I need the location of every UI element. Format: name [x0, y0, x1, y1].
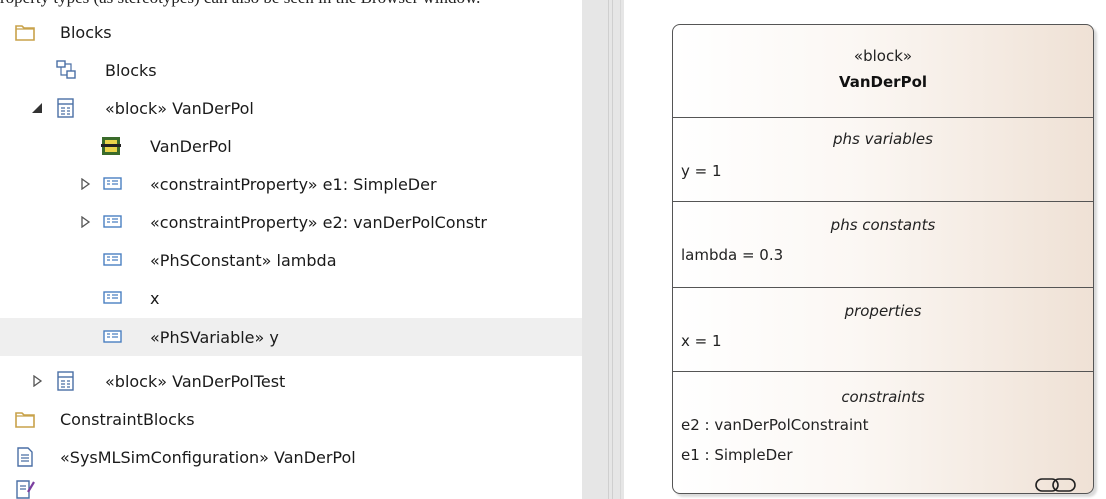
tree-item-label: Blocks: [105, 60, 157, 80]
tree-item-constraint-e1[interactable]: «constraintProperty» e1: SimpleDer: [0, 165, 582, 203]
compartment-line: x = 1: [681, 332, 722, 350]
tree-item-phsconstant-lambda[interactable]: «PhSConstant» lambda: [0, 241, 582, 279]
block-stereotype: «block»: [853, 47, 913, 65]
collapsed-arrow-icon[interactable]: [30, 374, 44, 388]
collapsed-arrow-icon[interactable]: [78, 215, 92, 229]
compartment-line: e2 : vanDerPolConstraint: [681, 416, 869, 434]
tree-item-property-x[interactable]: x: [0, 279, 582, 317]
ibd-icon: [100, 135, 122, 157]
block-icon: [55, 97, 77, 119]
property-icon: [102, 173, 124, 195]
compartment-title: constraints: [841, 388, 925, 406]
document-icon: [14, 446, 36, 468]
folder-icon: [14, 408, 36, 430]
project-browser-tree: Blocks Blocks «block» VanDerPol VanDerPo…: [0, 0, 582, 499]
tree-item-block-vanderpoltest[interactable]: «block» VanDerPolTest: [0, 362, 582, 400]
compartment-title: phs constants: [830, 216, 936, 234]
folder-icon: [14, 21, 36, 43]
diagram-icon: [55, 59, 77, 81]
compartment-phs-variables: phs variables y = 1: [673, 117, 1093, 202]
tree-item-label: «block» VanDerPolTest: [105, 371, 286, 391]
block-name: VanDerPol: [838, 73, 928, 91]
chain-link-icon[interactable]: [1035, 477, 1077, 493]
collapsed-arrow-icon[interactable]: [78, 177, 92, 191]
compartment-properties: properties x = 1: [673, 287, 1093, 372]
tree-item-block-vanderpol[interactable]: «block» VanDerPol: [0, 89, 582, 127]
diagram-canvas: «block» VanDerPol phs variables y = 1 ph…: [624, 0, 1106, 499]
property-icon: [102, 211, 124, 233]
property-icon: [102, 326, 124, 348]
tree-item-blocks-package[interactable]: Blocks: [0, 13, 582, 51]
tree-item-partial[interactable]: [0, 476, 582, 499]
property-icon: [102, 249, 124, 271]
block-icon: [55, 370, 77, 392]
tree-item-label: x: [150, 288, 160, 308]
tree-item-blocks-diagram[interactable]: Blocks: [0, 51, 582, 89]
tree-item-label: «block» VanDerPol: [105, 98, 254, 118]
tree-item-constraint-e2[interactable]: «constraintProperty» e2: vanDerPolConstr: [0, 203, 582, 241]
tree-item-simconfiguration[interactable]: «SysMLSimConfiguration» VanDerPol: [0, 438, 582, 476]
tree-item-label: «PhSVariable» y: [150, 327, 279, 347]
tree-item-label: VanDerPol: [150, 136, 232, 156]
tree-item-label: «SysMLSimConfiguration» VanDerPol: [60, 447, 356, 467]
compartment-title: properties: [844, 302, 922, 320]
tree-item-label: «constraintProperty» e2: vanDerPolConstr: [150, 212, 487, 232]
tree-item-label: Blocks: [60, 22, 112, 42]
tree-item-phsvariable-y[interactable]: «PhSVariable» y: [0, 318, 582, 356]
tree-item-label: «constraintProperty» e1: SimpleDer: [150, 174, 437, 194]
edit-document-icon: [14, 478, 36, 499]
compartment-constraints: constraints e2 : vanDerPolConstraint e1 …: [673, 371, 1093, 493]
block-element[interactable]: «block» VanDerPol phs variables y = 1 ph…: [672, 24, 1094, 494]
compartment-line: e1 : SimpleDer: [681, 446, 793, 464]
pane-splitter[interactable]: [582, 0, 624, 499]
expanded-arrow-icon[interactable]: [30, 101, 44, 115]
property-icon: [102, 287, 124, 309]
compartment-line: y = 1: [681, 162, 722, 180]
tree-item-label: «PhSConstant» lambda: [150, 250, 337, 270]
compartment-line: lambda = 0.3: [681, 246, 784, 264]
tree-item-constraintblocks-package[interactable]: ConstraintBlocks: [0, 400, 582, 438]
tree-item-label: ConstraintBlocks: [60, 409, 195, 429]
tree-item-ibd-vanderpol[interactable]: VanDerPol: [0, 127, 582, 165]
compartment-phs-constants: phs constants lambda = 0.3: [673, 201, 1093, 286]
compartment-title: phs variables: [833, 130, 933, 148]
